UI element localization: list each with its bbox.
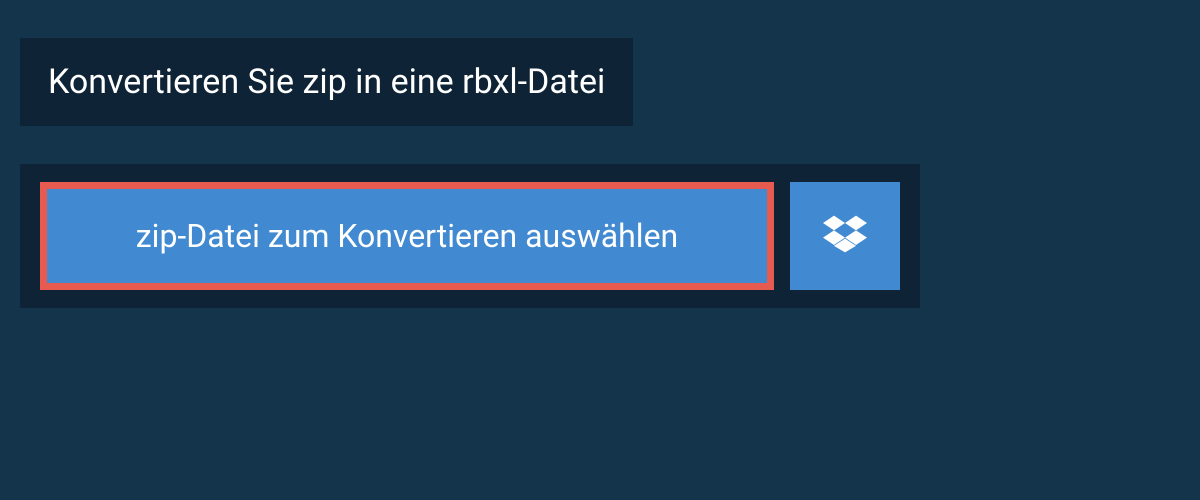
dropbox-button[interactable]: [790, 182, 900, 290]
page-title-text: Konvertieren Sie zip in eine rbxl-Datei: [48, 62, 605, 102]
file-select-panel: zip-Datei zum Konvertieren auswählen: [20, 164, 920, 308]
select-file-button-label: zip-Datei zum Konvertieren auswählen: [136, 217, 678, 255]
page-title: Konvertieren Sie zip in eine rbxl-Datei: [20, 38, 633, 126]
dropbox-icon: [823, 212, 867, 260]
select-file-button[interactable]: zip-Datei zum Konvertieren auswählen: [40, 182, 774, 290]
